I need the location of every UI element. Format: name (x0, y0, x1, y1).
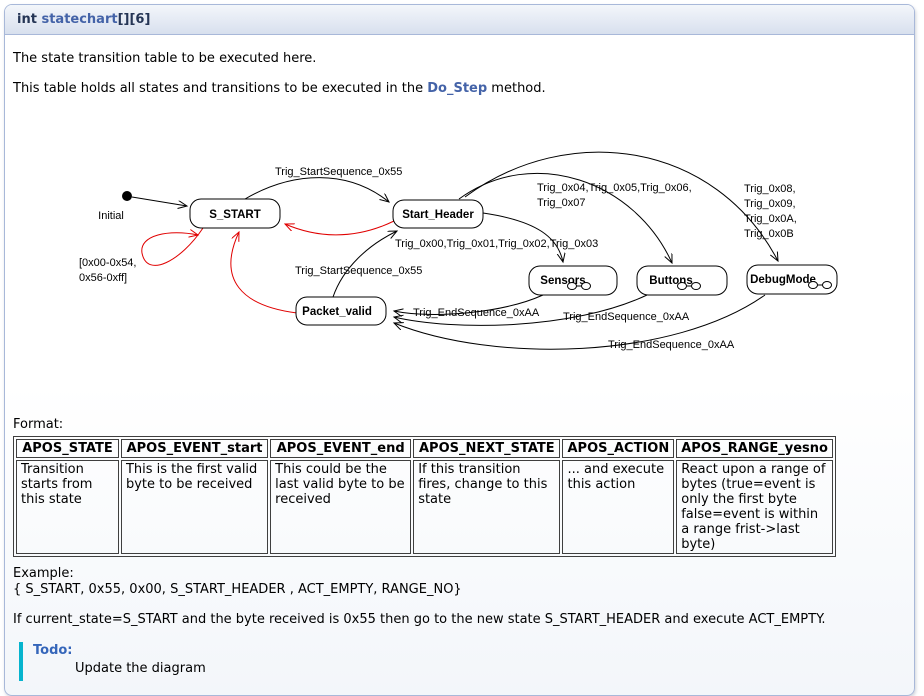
state-sensors-label: Sensors (540, 275, 585, 287)
transition-sstart-selfloop (142, 228, 203, 265)
transition-label: Trig_EndSequence_0xAA (413, 307, 540, 319)
state-start-header-label: Start_Header (402, 209, 474, 221)
transition-label: Trig_0x0A, (744, 213, 797, 225)
transition-label: Trig_StartSequence_0x55 (295, 265, 422, 277)
statechart-svg: Initial S_START Start_Header Sensors But… (13, 133, 918, 401)
transition-label: Trig_0x07 (537, 197, 586, 209)
table-row: Transition starts from this state This i… (16, 460, 833, 554)
transition-label: Trig_0x09, (744, 198, 796, 210)
transition-label: Trig_0x0B (744, 228, 794, 240)
col-header-apos-state: APOS_STATE (16, 439, 119, 458)
detailed-description: This table holds all states and transiti… (13, 81, 906, 97)
transition-startheader-to-sstart (285, 221, 394, 235)
member-array-suffix: [][6] (118, 12, 151, 27)
transition-packetvalid-to-sstart (231, 232, 297, 313)
member-doc-panel: int statechart[][6] The state transition… (4, 4, 915, 696)
brief-description: The state transition table to be execute… (13, 51, 906, 67)
transition-label: Trig_EndSequence_0xAA (563, 311, 690, 323)
initial-label: Initial (98, 210, 124, 222)
member-return-type: int (17, 12, 37, 27)
todo-section: Todo: Update the diagram (19, 642, 906, 681)
col-header-apos-event-start: APOS_EVENT_start (121, 439, 268, 458)
initial-state-marker: Initial (98, 191, 132, 222)
todo-text: Update the diagram (75, 661, 906, 677)
do-step-link[interactable]: Do_Step (427, 81, 487, 96)
state-s-start-label: S_START (209, 209, 261, 221)
member-title-bar: int statechart[][6] (5, 5, 914, 35)
state-packet-valid-label: Packet_valid (302, 306, 372, 318)
col-header-apos-next-state: APOS_NEXT_STATE (413, 439, 560, 458)
col-header-apos-event-end: APOS_EVENT_end (270, 439, 411, 458)
cell-apos-event-start: This is the first valid byte to be recei… (121, 460, 268, 554)
format-table: APOS_STATE APOS_EVENT_start APOS_EVENT_e… (13, 436, 836, 557)
col-header-apos-range-yesno: APOS_RANGE_yesno (676, 439, 833, 458)
transition-sstart-to-startheader (245, 178, 389, 202)
transition-label: Trig_0x08, (744, 183, 796, 195)
explanation-text: If current_state=S_START and the byte re… (13, 612, 906, 628)
transition-label: Trig_0x00,Trig_0x01,Trig_0x02,Trig_0x03 (395, 238, 598, 250)
format-label: Format: (13, 417, 906, 433)
state-debugmode-label: DebugMode (750, 274, 816, 286)
transition-label: [0x00-0x54, (79, 257, 136, 269)
cell-apos-range-yesno: React upon a range of bytes (true=event … (676, 460, 833, 554)
cell-apos-next-state: If this transition fires, change to this… (413, 460, 560, 554)
todo-label: Todo: (33, 643, 906, 659)
member-name-link[interactable]: statechart (41, 12, 117, 27)
transition-label: 0x56-0xff] (79, 272, 127, 284)
example-label: Example: (13, 566, 74, 581)
statechart-diagram: Initial S_START Start_Header Sensors But… (13, 133, 906, 405)
format-table-header-row: APOS_STATE APOS_EVENT_start APOS_EVENT_e… (16, 439, 833, 458)
transition-packetvalid-to-startheader (333, 231, 397, 297)
member-doc-body: The state transition table to be execute… (5, 35, 914, 691)
col-header-apos-action: APOS_ACTION (562, 439, 674, 458)
cell-apos-action: ... and execute this action (562, 460, 674, 554)
transition-label: Trig_EndSequence_0xAA (608, 339, 735, 351)
example-code: { S_START, 0x55, 0x00, S_START_HEADER , … (13, 582, 462, 597)
transition-label: Trig_0x04,Trig_0x05,Trig_0x06, (537, 182, 692, 194)
transition-label: Trig_StartSequence_0x55 (275, 166, 402, 178)
cell-apos-event-end: This could be the last valid byte to be … (270, 460, 411, 554)
example-block: Example: { S_START, 0x55, 0x00, S_START_… (13, 566, 906, 598)
cell-apos-state: Transition starts from this state (16, 460, 119, 554)
transition-initial-to-sstart (132, 197, 187, 206)
